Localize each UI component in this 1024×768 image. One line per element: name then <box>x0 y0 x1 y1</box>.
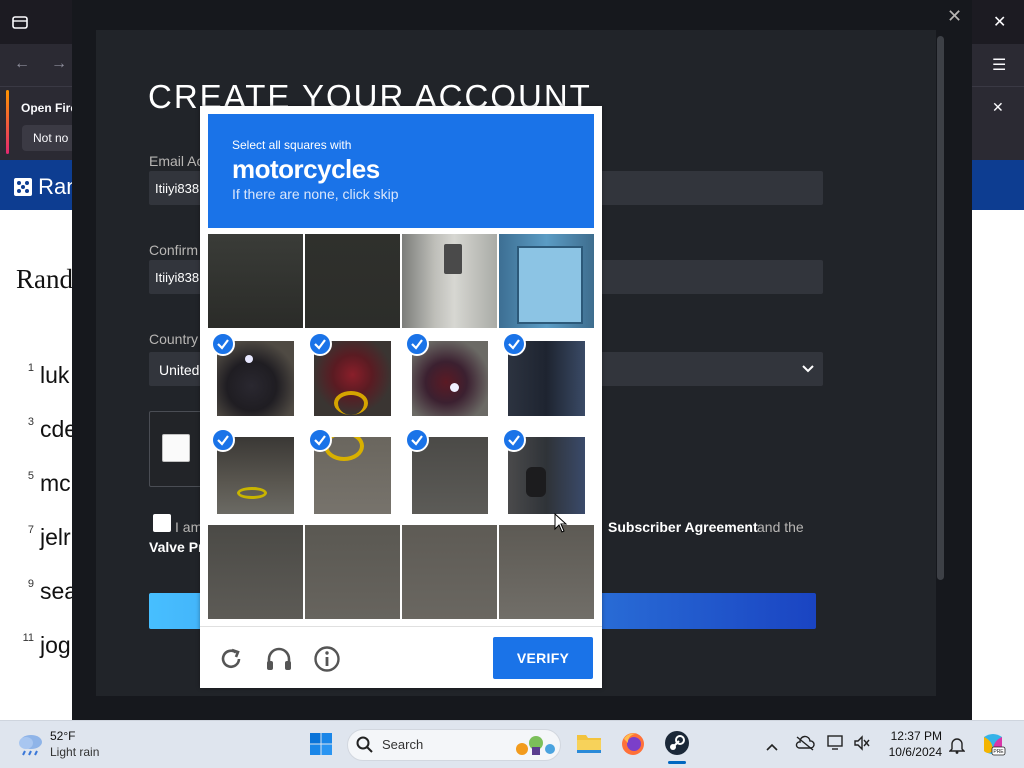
list-item-word: jog <box>40 632 71 658</box>
clock-time[interactable]: 12:37 PM <box>884 729 942 743</box>
list-item-word: luk <box>40 362 70 388</box>
country-label: Country <box>149 331 199 347</box>
captcha-tile[interactable] <box>402 234 497 328</box>
agree-text: I am <box>175 519 203 535</box>
tile-headlight <box>450 383 459 392</box>
file-explorer-icon[interactable] <box>576 732 602 759</box>
tab-list-icon[interactable] <box>11 13 29 36</box>
copilot-icon[interactable]: PRE <box>980 731 1006 762</box>
list-item-number: 7 <box>27 524 34 536</box>
list-item-word: jelr <box>40 524 71 550</box>
agree-checkbox[interactable] <box>153 514 171 532</box>
chevron-up-icon[interactable] <box>766 738 778 756</box>
mouse-cursor-icon <box>554 512 568 538</box>
info-icon[interactable] <box>312 644 342 674</box>
subscriber-agreement-link[interactable]: Subscriber Agreement <box>608 519 758 535</box>
weather-temperature[interactable]: 52°F <box>50 729 75 743</box>
dialog-scrollbar[interactable] <box>937 36 944 580</box>
notification-accent <box>6 90 9 154</box>
challenge-instruction: Select all squares with <box>232 138 352 152</box>
confirm-email-label: Confirm <box>149 242 199 258</box>
notification-title: Open Fire <box>21 101 78 115</box>
window-close-icon[interactable]: ✕ <box>993 12 1006 32</box>
firefox-icon[interactable] <box>620 731 646 762</box>
search-highlight-icon <box>514 733 558 762</box>
tile-headlight <box>245 355 253 363</box>
weather-description[interactable]: Light rain <box>50 745 99 759</box>
captcha-tile[interactable] <box>402 525 497 619</box>
notification-close-icon[interactable]: ✕ <box>992 99 1004 116</box>
captcha-tile[interactable] <box>305 234 400 328</box>
dialog-close-icon[interactable]: ✕ <box>947 6 962 27</box>
email-field-value: Itiiyi838 <box>155 181 200 196</box>
challenge-hint: If there are none, click skip <box>232 186 399 202</box>
captcha-tile[interactable] <box>499 525 594 619</box>
tile-object <box>444 244 462 274</box>
page-heading: Rand <box>16 264 73 294</box>
back-arrow-icon[interactable]: ← <box>14 55 30 73</box>
search-placeholder: Search <box>382 737 424 752</box>
check-circle-icon <box>308 428 332 452</box>
clock-date[interactable]: 10/6/2024 <box>884 745 942 759</box>
confirm-email-field-value: Itiiyi838 <box>155 270 200 285</box>
check-circle-icon <box>502 332 526 356</box>
captcha-tile[interactable] <box>499 234 594 328</box>
notification-bell-icon[interactable] <box>948 736 966 759</box>
steam-icon[interactable] <box>664 730 690 761</box>
dice-icon <box>14 178 32 196</box>
search-icon <box>356 736 373 758</box>
check-circle-icon <box>405 332 429 356</box>
check-circle-icon <box>502 428 526 452</box>
list-item-number: 11 <box>22 632 34 644</box>
onedrive-offline-icon[interactable] <box>795 735 815 756</box>
recaptcha-checkbox[interactable] <box>162 434 190 462</box>
audio-challenge-icon[interactable] <box>264 644 294 674</box>
check-circle-icon <box>405 428 429 452</box>
country-select-value: United <box>159 362 200 378</box>
tile-wheel <box>334 391 368 415</box>
forward-arrow-icon[interactable]: → <box>51 55 67 73</box>
tile-object <box>526 467 546 497</box>
volume-muted-icon[interactable] <box>853 735 871 756</box>
challenge-target: motorcycles <box>232 154 380 184</box>
list-item-number: 5 <box>27 470 34 482</box>
svg-text:PRE: PRE <box>993 749 1004 755</box>
challenge-footer-divider <box>200 626 602 627</box>
list-item-number: 9 <box>27 578 34 590</box>
tile-object <box>517 246 583 324</box>
agree-text-tail: and the <box>757 519 804 535</box>
chevron-down-icon <box>802 362 814 376</box>
network-icon[interactable] <box>827 735 845 756</box>
list-item-number: 3 <box>27 416 34 428</box>
email-label: Email Ac <box>149 153 204 169</box>
captcha-tile[interactable] <box>305 525 400 619</box>
check-circle-icon <box>211 332 235 356</box>
captcha-tile[interactable] <box>208 234 303 328</box>
active-app-indicator <box>668 761 686 764</box>
check-circle-icon <box>308 332 332 356</box>
privacy-policy-link[interactable]: Valve Pr <box>149 539 204 555</box>
list-item-word: mc <box>40 470 71 496</box>
list-item-number: 1 <box>27 362 34 374</box>
check-circle-icon <box>211 428 235 452</box>
windows-start-icon[interactable] <box>309 732 333 761</box>
menu-icon[interactable]: ☰ <box>992 55 1006 75</box>
site-logo[interactable]: Ran <box>14 174 78 200</box>
weather-rain-icon[interactable] <box>16 731 46 762</box>
captcha-tile[interactable] <box>208 525 303 619</box>
verify-button[interactable]: VERIFY <box>493 637 593 679</box>
reload-icon[interactable] <box>216 644 246 674</box>
tile-wheel <box>237 487 267 499</box>
